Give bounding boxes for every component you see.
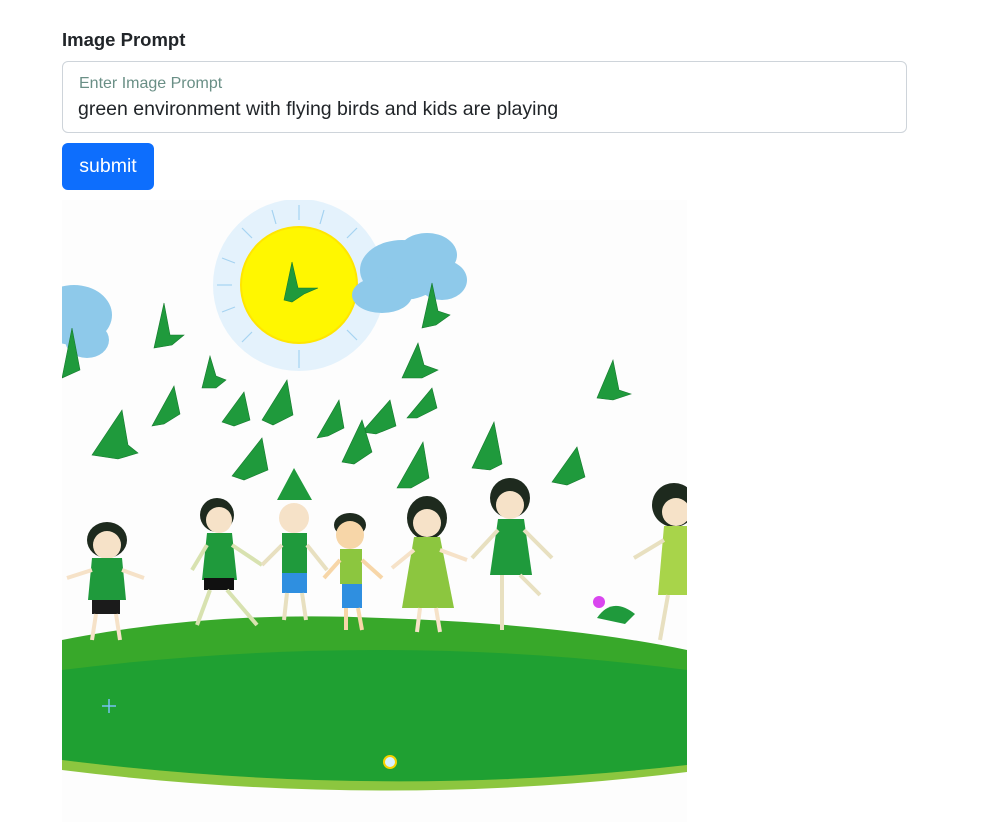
generated-illustration xyxy=(62,200,687,822)
prompt-field[interactable]: Enter Image Prompt xyxy=(62,61,907,133)
submit-button[interactable]: submit xyxy=(62,143,154,190)
image-prompt-label: Image Prompt xyxy=(62,29,186,50)
prompt-input[interactable] xyxy=(78,96,888,122)
image-generator-page: Image Prompt Enter Image Prompt submit xyxy=(0,0,991,822)
generated-image xyxy=(62,200,687,822)
grass-hill xyxy=(62,616,687,791)
prompt-placeholder-label: Enter Image Prompt xyxy=(79,75,223,92)
